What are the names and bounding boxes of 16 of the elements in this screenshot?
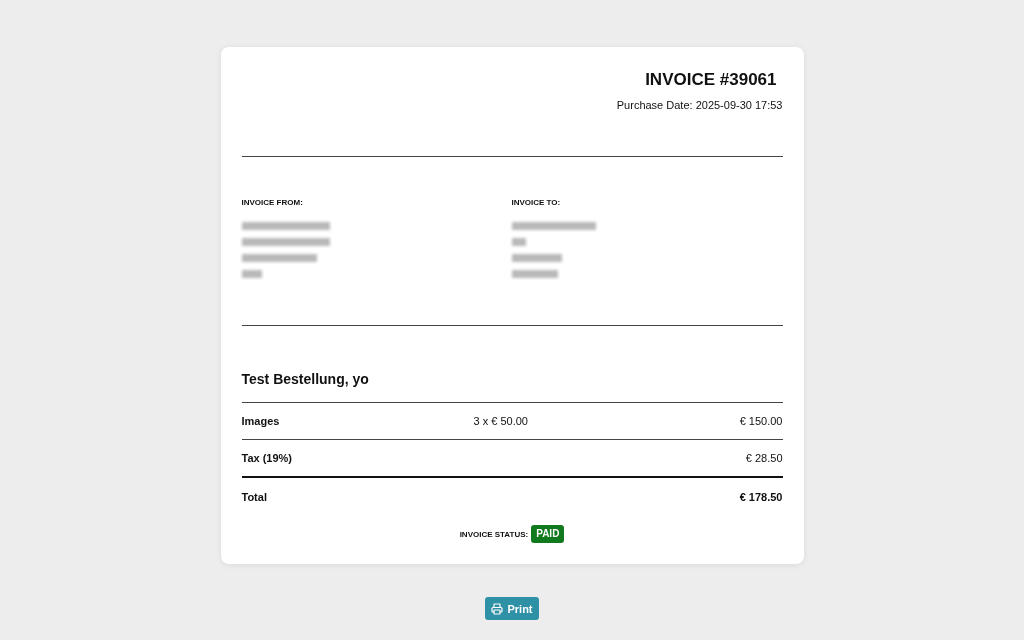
- invoice-title: INVOICE #39061: [645, 69, 777, 91]
- item-amount: € 150.00: [738, 415, 783, 427]
- purchase-date: Purchase Date: 2025-09-30 17:53: [616, 98, 783, 112]
- printer-icon: [491, 602, 504, 615]
- tax-amount: € 28.50: [744, 452, 783, 464]
- order-title: Test Bestellung, yo: [241, 370, 370, 388]
- item-label: Images: [241, 415, 281, 427]
- party-label: INVOICE FROM:: [241, 198, 304, 208]
- status-label: INVOICE STATUS:: [459, 529, 529, 539]
- tax-label: Tax (19%): [241, 452, 294, 464]
- party-label: INVOICE TO:: [511, 198, 562, 208]
- print-button[interactable]: Print: [485, 597, 539, 620]
- total-amount: € 178.50: [738, 490, 783, 503]
- total-label: Total: [241, 490, 268, 503]
- status-badge: PAID: [531, 525, 565, 543]
- item-quantity: 3 x € 50.00: [473, 415, 529, 427]
